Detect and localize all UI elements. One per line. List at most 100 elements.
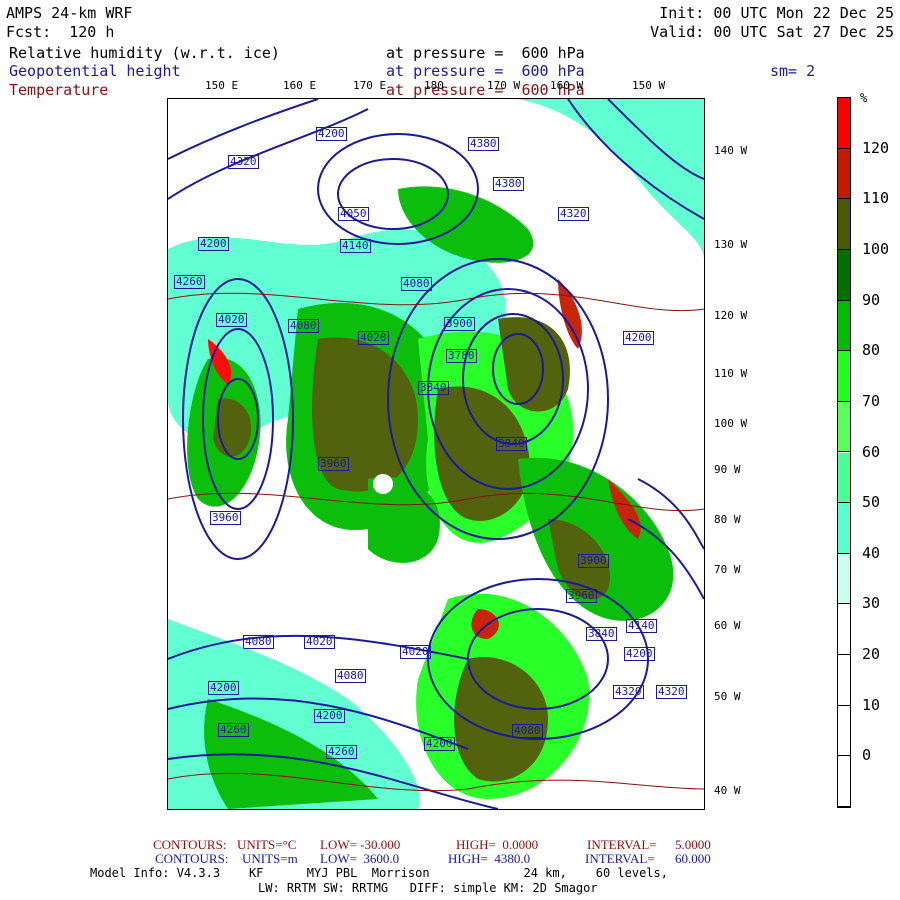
height-contour-label: 4200 — [316, 127, 347, 141]
height-contour-label: 4140 — [626, 619, 657, 633]
height-contour-label: 4320 — [228, 155, 259, 169]
height-contour-label: 4200 — [424, 737, 455, 751]
colorbar-label: 30 — [862, 594, 881, 613]
height-contour-label: 3960 — [566, 589, 597, 603]
field-rh-level: at pressure = 600 hPa — [386, 44, 585, 62]
height-contour-label: 4080 — [288, 319, 319, 333]
lon-label: 160 W — [550, 79, 584, 92]
temp-contours-units: UNITS=°C — [237, 837, 297, 852]
height-contours-interval: INTERVAL= — [585, 851, 655, 866]
lon-label: 180 — [424, 79, 444, 92]
colorbar-unit: % — [860, 91, 868, 105]
map-edge-label: 100 W — [714, 417, 748, 430]
map-edge-label: 70 W — [714, 563, 741, 576]
temp-contours-label: CONTOURS: — [153, 837, 227, 852]
height-contour-label: 4200 — [624, 647, 655, 661]
map-edge-label: 110 W — [714, 367, 748, 380]
height-contours-low: LOW= 3600.0 — [320, 851, 400, 866]
colorbar-label: 50 — [862, 493, 881, 512]
init-time: Init: 00 UTC Mon 22 Dec 25 — [659, 4, 894, 22]
height-contour-label: 4260 — [174, 275, 205, 289]
height-contour-label: 4200 — [623, 331, 654, 345]
colorbar-label: 90 — [862, 290, 881, 309]
height-contour-label: 4080 — [243, 635, 274, 649]
colorbar-segment — [838, 98, 850, 149]
height-contours-label: CONTOURS: — [155, 851, 229, 866]
temp-contours-high: HIGH= 0.0000 — [456, 837, 539, 852]
colorbar-segment — [838, 452, 850, 504]
height-contour-label: 3900 — [444, 317, 475, 331]
height-contours-interval-value: 60.000 — [675, 851, 711, 866]
height-contour-label: 4320 — [613, 685, 644, 699]
map-plot-area: 4200 4320 4380 4380 4320 4260 4200 4140 … — [167, 98, 705, 810]
colorbar-label: 120 — [862, 138, 890, 157]
height-contour-label: 4200 — [198, 237, 229, 251]
map-edge-label: 90 W — [714, 463, 741, 476]
field-height: Geopotential height — [9, 62, 181, 80]
colorbar-label: 80 — [862, 341, 881, 360]
map-edge-label: 40 W — [714, 784, 741, 797]
colorbar-segment — [838, 148, 850, 200]
colorbar-segment — [838, 756, 850, 807]
colorbar-segment — [838, 655, 850, 706]
height-contour-label: 3780 — [446, 349, 477, 363]
temp-contours-interval: INTERVAL= — [587, 837, 657, 852]
colorbar-label: 20 — [862, 645, 881, 664]
field-temp: Temperature — [9, 81, 109, 99]
lon-label: 150 E — [205, 79, 239, 92]
height-contour-label: 4380 — [468, 137, 499, 151]
height-contour-label: 4200 — [314, 709, 345, 723]
height-contour-label: 4380 — [493, 177, 524, 191]
colorbar-segment — [838, 351, 850, 402]
colorbar-label: 70 — [862, 391, 881, 410]
colorbar-segment — [838, 249, 850, 301]
lon-label: 150 W — [632, 79, 666, 92]
colorbar-segment — [838, 300, 850, 352]
height-contour-label: 4200 — [208, 681, 239, 695]
height-contour-label: 4050 — [338, 207, 369, 221]
height-contour-label: 4020 — [304, 635, 335, 649]
map-edge-label: 60 W — [714, 619, 741, 632]
valid-time: Valid: 00 UTC Sat 27 Dec 25 — [650, 23, 894, 41]
height-contour-label: 4260 — [326, 745, 357, 759]
height-contour-label: 4020 — [400, 645, 431, 659]
field-height-level: at pressure = 600 hPa — [386, 62, 585, 80]
height-contour-label: 3900 — [578, 554, 609, 568]
lon-label: 160 E — [283, 79, 317, 92]
rh-colorbar — [837, 97, 851, 808]
height-contour-label: 4320 — [558, 207, 589, 221]
height-contour-label: 4020 — [216, 313, 247, 327]
height-contour-label: 3840 — [418, 381, 449, 395]
colorbar-segment — [838, 705, 850, 757]
smoothing-label: sm= 2 — [770, 62, 816, 80]
map-edge-label: 80 W — [714, 513, 741, 526]
colorbar-label: 40 — [862, 543, 881, 562]
temp-contours-low: LOW= -30.000 — [320, 837, 401, 852]
height-contours-units: UNITS=m — [242, 851, 298, 866]
model-title: AMPS 24-km WRF — [6, 4, 133, 22]
height-contour-label: 4020 — [358, 331, 389, 345]
colorbar-label: 110 — [862, 189, 890, 208]
weather-map-page: AMPS 24-km WRF Fcst: 120 h Init: 00 UTC … — [0, 0, 900, 900]
height-contour-label: 4140 — [340, 239, 371, 253]
height-contour-label: 4260 — [218, 723, 249, 737]
height-contour-label: 3960 — [318, 457, 349, 471]
colorbar-label: 100 — [862, 239, 890, 258]
colorbar-label: 60 — [862, 442, 881, 461]
map-edge-label: 140 W — [714, 144, 748, 157]
rh-shading-and-contours — [167, 98, 705, 810]
model-info: Model Info: V4.3.3 KF MYJ PBL Morrison 2… — [90, 866, 668, 880]
height-contour-label: 4080 — [335, 669, 366, 683]
colorbar-segment — [838, 199, 850, 250]
height-contour-label: 4320 — [656, 685, 687, 699]
model-physics: LW: RRTM SW: RRTMG DIFF: simple KM: 2D S… — [258, 881, 598, 895]
colorbar-segment — [838, 503, 850, 554]
map-edge-label: 120 W — [714, 309, 748, 322]
map-edge-label: 130 W — [714, 238, 748, 251]
temp-contours-interval-value: 5.0000 — [675, 837, 711, 852]
lon-label: 170 E — [353, 79, 387, 92]
colorbar-label: 10 — [862, 695, 881, 714]
height-contour-label: 3840 — [586, 627, 617, 641]
map-edge-label: 50 W — [714, 690, 741, 703]
height-contour-label: 3840 — [496, 437, 527, 451]
